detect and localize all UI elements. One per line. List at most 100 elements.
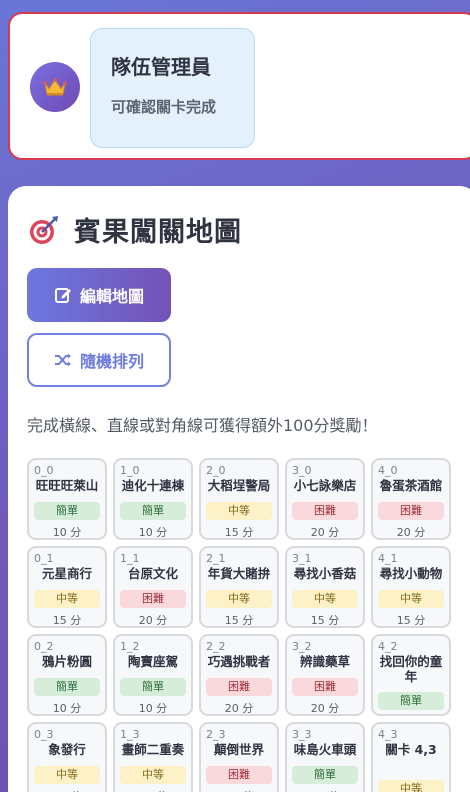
bingo-cell[interactable]: 1_3畫師二重奏中等 15 分 [113, 722, 193, 792]
difficulty-badge: 簡單 [120, 678, 186, 696]
difficulty-badge: 困難 [206, 766, 272, 784]
bingo-cell[interactable]: 0_0 旺旺旺萊山簡單 10 分 [27, 458, 107, 540]
bingo-cell[interactable]: 1_1 台原文化困難 20 分 [113, 546, 193, 628]
difficulty-badge: 簡單 [292, 766, 358, 784]
cell-id: 3_2 [292, 640, 312, 653]
bingo-cell[interactable]: 4_1 尋找小動物中等 15 分 [371, 546, 451, 628]
bingo-cell[interactable]: 4_0 魯蛋茶酒館 困難 20 分 [371, 458, 451, 540]
cell-name: 魯蛋茶酒館 [379, 478, 443, 493]
bingo-cell[interactable]: 2_0 大稻埕警局中等 15 分 [199, 458, 279, 540]
cell-score: 20 分 [201, 788, 277, 792]
cell-score: 20 分 [310, 526, 340, 539]
cell-score: 15 分 [310, 614, 340, 627]
cell-name: 尋找小香菇 [293, 566, 357, 581]
cell-id: 1_2 [120, 640, 140, 653]
bingo-cell[interactable]: 3_1 尋找小香菇中等 15 分 [285, 546, 365, 628]
bingo-cell[interactable]: 3_2 辨識藥草 困難 20 分 [285, 634, 365, 716]
cell-name: 巧遇挑戰者 [207, 654, 271, 669]
cell-id: 1_0 [120, 464, 140, 477]
bingo-cell[interactable]: 0_2 鴉片粉圓簡單 10 分 [27, 634, 107, 716]
bingo-cell[interactable]: 1_2 陶寶座駕簡單 10 分 [113, 634, 193, 716]
cell-id: 1_3 [120, 728, 140, 741]
difficulty-badge: 簡單 [378, 692, 444, 710]
edit-icon [54, 288, 71, 303]
cell-id: 4_3 [378, 728, 398, 741]
difficulty-badge: 中等 [378, 590, 444, 608]
cell-id: 2_3 [206, 728, 226, 741]
cell-name: 小七詠樂店 [293, 478, 357, 493]
admin-subtitle: 可確認關卡完成 [111, 98, 217, 116]
edit-map-button[interactable]: 編輯地圖 [27, 268, 171, 322]
cell-id: 0_2 [34, 640, 54, 653]
cell-id: 0_1 [34, 552, 54, 565]
cell-id: 2_1 [206, 552, 226, 565]
difficulty-badge: 中等 [206, 590, 272, 608]
cell-score: 15 分 [224, 526, 254, 539]
cell-id: 4_1 [378, 552, 398, 565]
cell-score: 10 分 [138, 702, 168, 715]
cell-id: 3_0 [292, 464, 312, 477]
cell-id: 0_0 [34, 464, 54, 477]
cell-name: 顛倒世界 [213, 742, 264, 757]
bingo-cell[interactable]: 4_2 找回你的童年簡單 [371, 634, 451, 716]
cell-score: 20 分 [396, 526, 426, 539]
cell-name: 陶寶座駕 [127, 654, 178, 669]
cell-score: 10 分 [52, 702, 82, 715]
cell-id: 1_1 [120, 552, 140, 565]
cell-name: 尋找小動物 [379, 566, 443, 581]
bingo-cell[interactable]: 0_1 元星商行 中等 15 分 [27, 546, 107, 628]
difficulty-badge: 簡單 [34, 502, 100, 520]
cell-id: 0_3 [34, 728, 54, 741]
target-icon [30, 215, 58, 244]
cell-name: 迪化十連棟 [121, 478, 185, 493]
difficulty-badge: 中等 [206, 502, 272, 520]
bonus-hint: 完成橫線、直線或對角線可獲得額外100分獎勵！ [27, 416, 378, 435]
difficulty-badge: 困難 [378, 502, 444, 520]
admin-card: 隊伍管理員 可確認關卡完成 [8, 12, 470, 160]
difficulty-badge: 中等 [120, 766, 186, 784]
cell-score: 20 分 [224, 702, 254, 715]
bingo-map-card: 賓果闖關地圖 編輯地圖 隨機排列 完成橫線、直線或對角線可獲得額外100分獎勵！… [8, 186, 470, 792]
difficulty-badge: 中等 [34, 766, 100, 784]
cell-score: 15 分 [373, 788, 449, 792]
difficulty-badge: 困難 [292, 678, 358, 696]
bingo-cell[interactable]: 1_0 迪化十連棟 簡單 10 分 [113, 458, 193, 540]
cell-score: 15 分 [115, 788, 191, 792]
bingo-cell[interactable]: 4_3關卡 4,3中等15 分 [371, 722, 451, 792]
cell-name: 找回你的童年 [379, 654, 443, 684]
cell-score: 15 分 [52, 614, 82, 627]
cell-score: 20 分 [138, 614, 168, 627]
cell-id: 4_2 [378, 640, 398, 653]
cell-score: 15 分 [224, 614, 254, 627]
cell-id: 3_1 [292, 552, 312, 565]
cell-score: 15 分 [396, 614, 426, 627]
crown-icon [43, 78, 67, 96]
difficulty-badge: 困難 [292, 502, 358, 520]
difficulty-badge: 中等 [292, 590, 358, 608]
bingo-cell[interactable]: 2_2 巧遇挑戰者 困難 20 分 [199, 634, 279, 716]
cell-score: 20 分 [310, 702, 340, 715]
bingo-cell[interactable]: 2_3顛倒世界困難 20 分 [199, 722, 279, 792]
shuffle-label: 隨機排列 [79, 352, 144, 371]
difficulty-badge: 簡單 [34, 678, 100, 696]
cell-score: 10 分 [52, 526, 82, 539]
cell-score: 15 分 [29, 788, 105, 792]
cell-name: 旺旺旺萊山 [35, 478, 99, 493]
bingo-cell[interactable]: 0_3象發行中等 15 分 [27, 722, 107, 792]
cell-score: 10 分 [138, 526, 168, 539]
bingo-cell[interactable]: 3_3味島火車頭簡單 10 分 [285, 722, 365, 792]
cell-name: 關卡 4,3 [385, 742, 437, 757]
shuffle-button[interactable]: 隨機排列 [27, 333, 171, 387]
avatar [30, 62, 80, 112]
cell-name: 鴉片粉圓 [41, 654, 92, 669]
cell-name: 味島火車頭 [293, 742, 357, 757]
difficulty-badge: 困難 [206, 678, 272, 696]
cell-id: 2_0 [206, 464, 226, 477]
bingo-cell[interactable]: 2_1 年貨大賭拚 中等 15 分 [199, 546, 279, 628]
map-heading: 賓果闖關地圖 [28, 210, 242, 249]
cell-name: 台原文化 [127, 566, 178, 581]
bingo-cell[interactable]: 3_0 小七詠樂店困難 20 分 [285, 458, 365, 540]
difficulty-badge: 困難 [120, 590, 186, 608]
cell-name: 大稻埕警局 [207, 478, 271, 493]
shuffle-icon [54, 353, 71, 367]
